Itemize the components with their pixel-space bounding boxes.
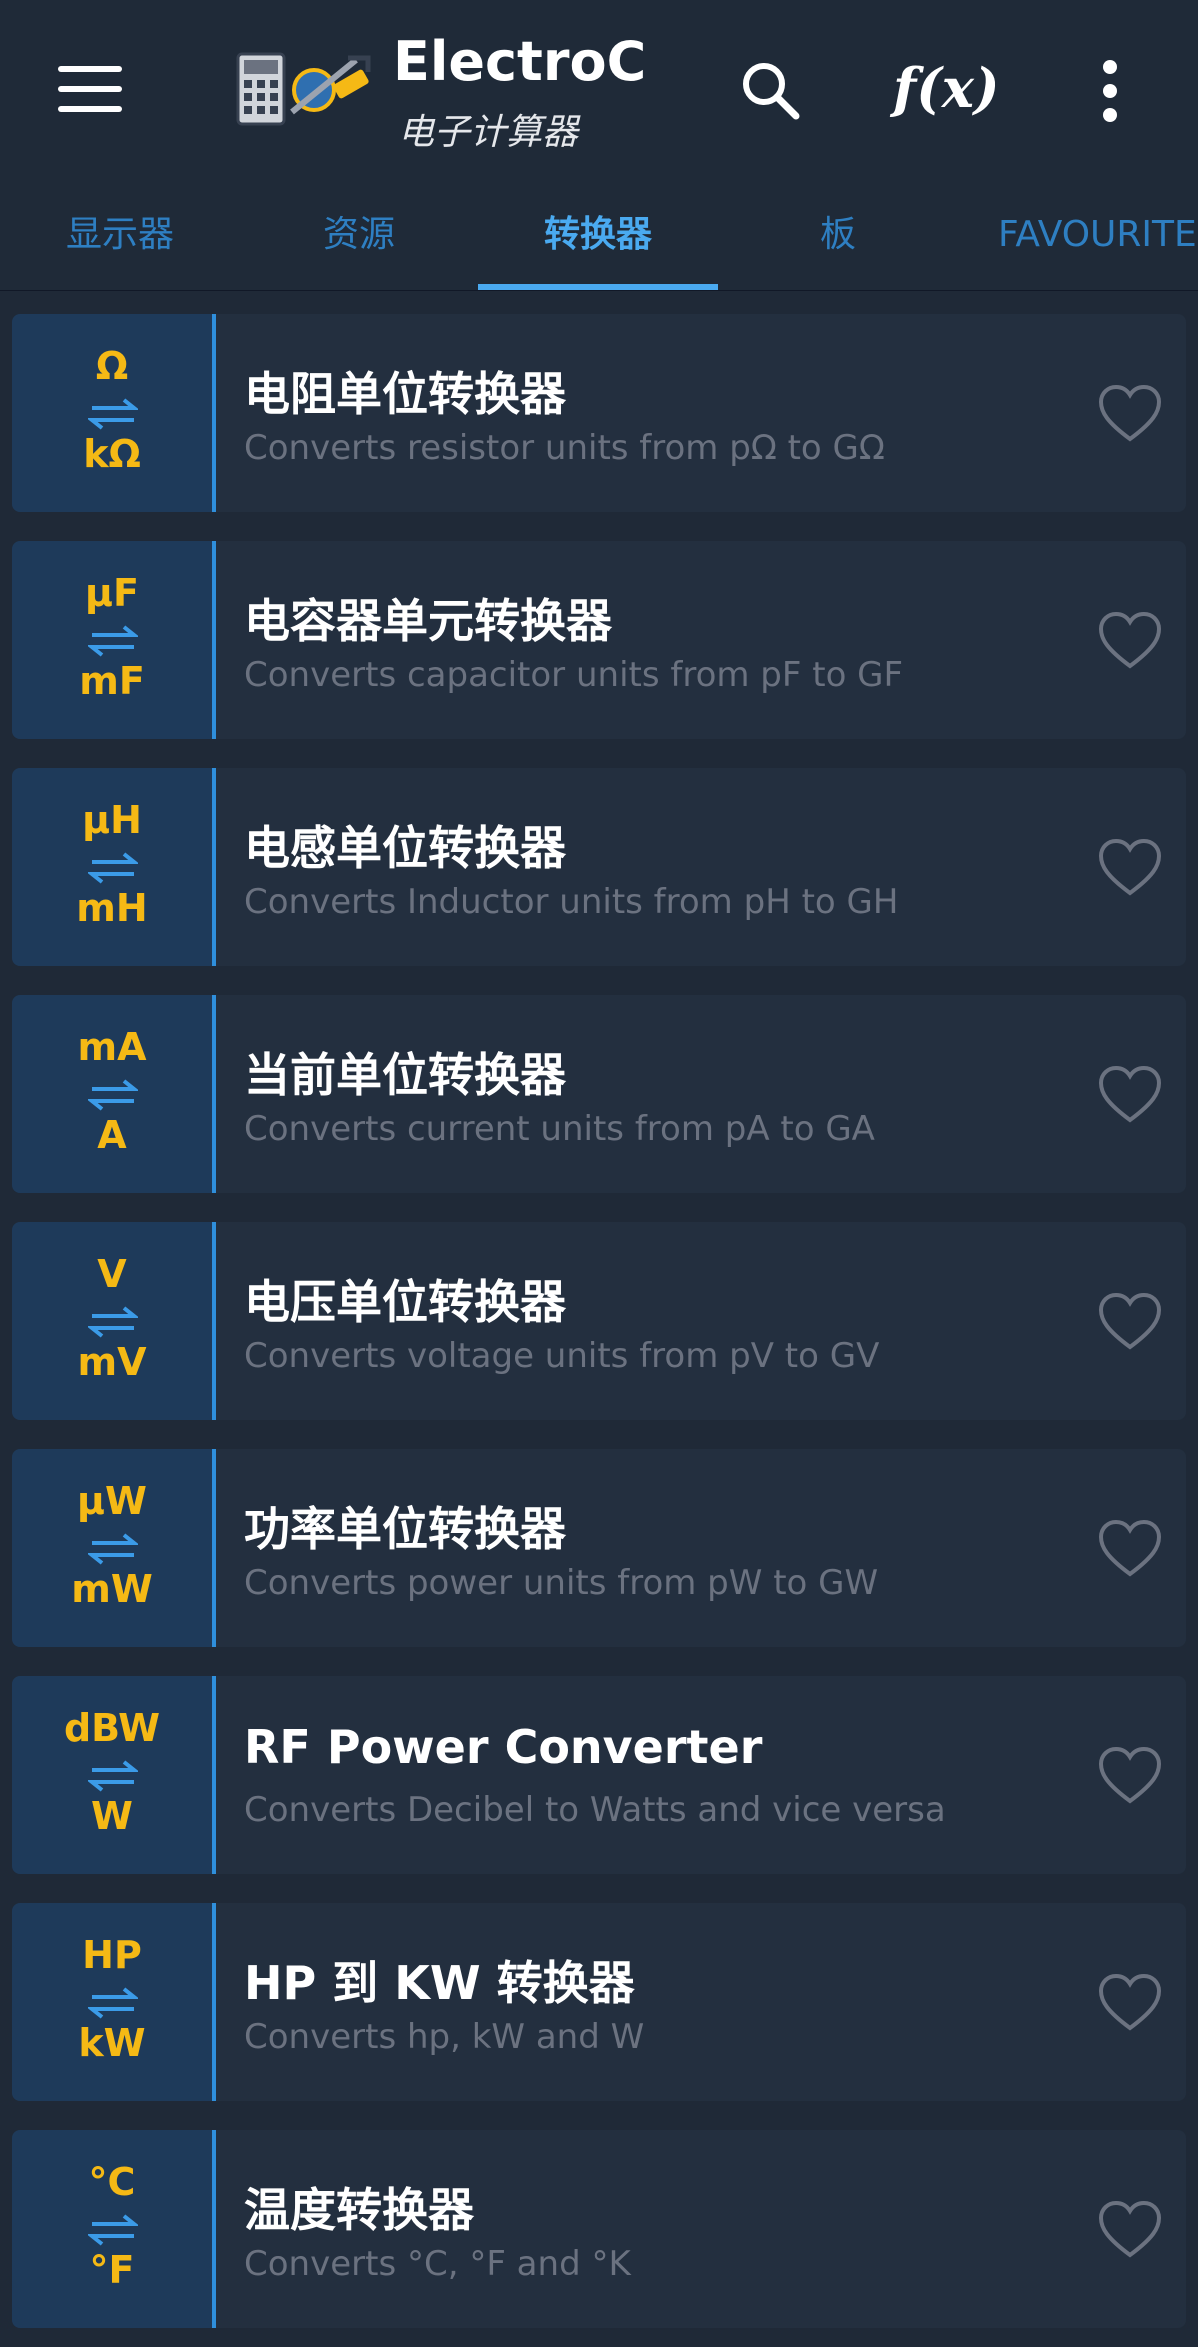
list-item[interactable]: µH mH 电感单位转换器 Converts Inductor units fr…: [12, 768, 1186, 966]
app-subtitle: 电子计算器: [398, 112, 579, 153]
heart-outline-icon[interactable]: [1097, 1292, 1163, 1352]
list-item[interactable]: °C °F 温度转换器 Converts °C, °F and °K: [12, 2130, 1186, 2328]
swap-arrows-icon: [88, 852, 138, 884]
item-title: 电阻单位转换器: [244, 367, 566, 421]
item-description: Converts Decibel to Watts and vice versa: [244, 1790, 946, 1830]
unit-bottom-label: °F: [89, 2248, 135, 2292]
tab-bar: 显示器 资源 转换器 板 FAVOURITE: [0, 180, 1198, 291]
unit-top-label: µF: [85, 571, 139, 615]
swap-arrows-icon: [88, 2214, 138, 2246]
heart-outline-icon[interactable]: [1097, 384, 1163, 444]
item-description: Converts hp, kW and W: [244, 2017, 645, 2057]
unit-top-label: Ω: [95, 344, 129, 388]
list-item[interactable]: mA A 当前单位转换器 Converts current units from…: [12, 995, 1186, 1193]
tab-favourite[interactable]: FAVOURITE: [998, 180, 1198, 290]
item-description: Converts capacitor units from pF to GF: [244, 655, 904, 695]
unit-bottom-label: mW: [71, 1567, 153, 1611]
item-title: 温度转换器: [244, 2183, 474, 2237]
item-title: HP 到 KW 转换器: [244, 1956, 635, 2010]
unit-bottom-label: kW: [78, 2021, 146, 2065]
item-title: 电容器单元转换器: [244, 594, 612, 648]
item-description: Converts resistor units from pΩ to GΩ: [244, 428, 885, 468]
unit-bottom-label: A: [97, 1113, 127, 1157]
unit-bottom-label: mH: [76, 886, 148, 930]
swap-arrows-icon: [88, 1306, 138, 1338]
unit-bottom-label: W: [91, 1794, 133, 1838]
unit-top-label: µH: [82, 798, 142, 842]
unit-top-label: µW: [77, 1479, 147, 1523]
unit-top-label: HP: [82, 1933, 142, 1977]
tab-boards[interactable]: 板: [718, 180, 958, 290]
more-vertical-icon[interactable]: [1100, 60, 1120, 124]
heart-outline-icon[interactable]: [1097, 2200, 1163, 2260]
item-description: Converts voltage units from pV to GV: [244, 1336, 880, 1376]
unit-icon: µH mH: [12, 768, 216, 966]
tab-resources[interactable]: 资源: [240, 180, 478, 290]
unit-icon: Ω kΩ: [12, 314, 216, 512]
active-tab-indicator: [478, 284, 718, 290]
unit-top-label: mA: [77, 1025, 147, 1069]
heart-outline-icon[interactable]: [1097, 838, 1163, 898]
swap-arrows-icon: [88, 1760, 138, 1792]
heart-outline-icon[interactable]: [1097, 611, 1163, 671]
item-description: Converts power units from pW to GW: [244, 1563, 879, 1603]
list-item[interactable]: µF mF 电容器单元转换器 Converts capacitor units …: [12, 541, 1186, 739]
app-bar: ElectroC... 电子计算器 f(x): [0, 0, 1198, 180]
list-item[interactable]: dBW W RF Power Converter Converts Decibe…: [12, 1676, 1186, 1874]
unit-top-label: V: [97, 1252, 127, 1296]
app-title: ElectroC...: [393, 30, 643, 93]
unit-icon: mA A: [12, 995, 216, 1193]
item-description: Converts Inductor units from pH to GH: [244, 882, 899, 922]
heart-outline-icon[interactable]: [1097, 1973, 1163, 2033]
unit-top-label: dBW: [63, 1706, 160, 1750]
formula-button[interactable]: f(x): [893, 56, 1000, 120]
swap-arrows-icon: [88, 398, 138, 430]
item-title: 电感单位转换器: [244, 821, 566, 875]
heart-outline-icon[interactable]: [1097, 1065, 1163, 1125]
list-item[interactable]: µW mW 功率单位转换器 Converts power units from …: [12, 1449, 1186, 1647]
item-description: Converts current units from pA to GA: [244, 1109, 875, 1149]
search-icon[interactable]: [738, 58, 802, 122]
swap-arrows-icon: [88, 1533, 138, 1565]
hamburger-icon[interactable]: [58, 66, 122, 114]
tab-converters[interactable]: 转换器: [478, 180, 718, 290]
unit-icon: V mV: [12, 1222, 216, 1420]
swap-arrows-icon: [88, 1987, 138, 2019]
unit-icon: µW mW: [12, 1449, 216, 1647]
unit-bottom-label: mV: [77, 1340, 147, 1384]
list-item[interactable]: HP kW HP 到 KW 转换器 Converts hp, kW and W: [12, 1903, 1186, 2101]
unit-icon: dBW W: [12, 1676, 216, 1874]
item-title: 功率单位转换器: [244, 1502, 566, 1556]
unit-icon: °C °F: [12, 2130, 216, 2328]
unit-icon: HP kW: [12, 1903, 216, 2101]
item-title: 电压单位转换器: [244, 1275, 566, 1329]
item-title: RF Power Converter: [244, 1720, 763, 1774]
unit-top-label: °C: [88, 2160, 136, 2204]
swap-arrows-icon: [88, 1079, 138, 1111]
unit-bottom-label: mF: [79, 659, 145, 703]
heart-outline-icon[interactable]: [1097, 1519, 1163, 1579]
item-description: Converts °C, °F and °K: [244, 2244, 631, 2284]
unit-bottom-label: kΩ: [83, 432, 141, 476]
list-item[interactable]: Ω kΩ 电阻单位转换器 Converts resistor units fro…: [12, 314, 1186, 512]
tab-displays[interactable]: 显示器: [0, 180, 240, 290]
swap-arrows-icon: [88, 625, 138, 657]
item-title: 当前单位转换器: [244, 1048, 566, 1102]
list-item[interactable]: V mV 电压单位转换器 Converts voltage units from…: [12, 1222, 1186, 1420]
unit-icon: µF mF: [12, 541, 216, 739]
heart-outline-icon[interactable]: [1097, 1746, 1163, 1806]
app-logo: [236, 52, 371, 126]
